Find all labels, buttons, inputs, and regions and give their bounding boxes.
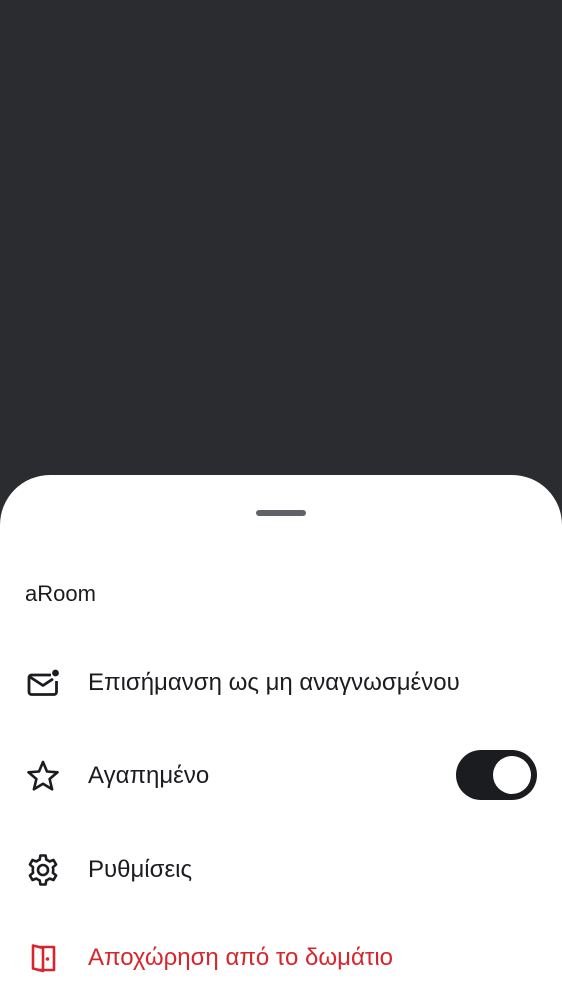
settings-label: Ρυθμίσεις <box>88 856 193 883</box>
gear-icon <box>25 852 61 888</box>
toggle-knob <box>493 756 531 794</box>
favourite-label: Αγαπημένο <box>88 762 210 789</box>
leave-door-icon <box>25 940 61 976</box>
room-name-title: aRoom <box>25 581 96 606</box>
favourite-toggle[interactable] <box>456 750 537 800</box>
room-options-bottom-sheet: aRoom Επισήμανση ως μη αναγνωσμένου Αγαπ… <box>0 475 562 1000</box>
settings-item[interactable]: Ρυθμίσεις <box>0 837 562 897</box>
leave-room-label: Αποχώρηση από το δωμάτιο <box>88 944 394 971</box>
star-icon <box>25 758 61 794</box>
sheet-drag-handle[interactable] <box>256 510 306 516</box>
favourite-item[interactable]: Αγαπημένο <box>0 743 562 803</box>
mark-as-unread-item[interactable]: Επισήμανση ως μη αναγνωσμένου <box>0 650 562 710</box>
mark-as-unread-label: Επισήμανση ως μη αναγνωσμένου <box>88 669 460 696</box>
mail-unread-icon <box>25 665 61 701</box>
leave-room-item[interactable]: Αποχώρηση από το δωμάτιο <box>0 925 562 985</box>
